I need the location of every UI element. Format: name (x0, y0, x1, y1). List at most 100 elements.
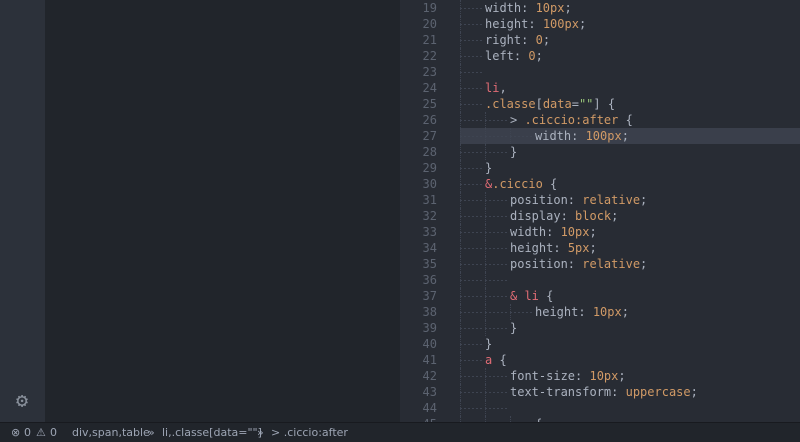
code-line[interactable]: 21 right: 0; (400, 32, 800, 48)
line-number: 30 (422, 177, 437, 191)
indent-guide (460, 400, 483, 416)
line-number: 27 (422, 129, 437, 143)
indent-guide (460, 352, 483, 368)
code-line[interactable]: 30 &.ciccio { (400, 176, 800, 192)
code-text: left: 0; (485, 49, 543, 63)
code-line[interactable]: 22 left: 0; (400, 48, 800, 64)
indent-guide (460, 16, 483, 32)
indent-guide (460, 208, 483, 224)
indent-guide (460, 96, 483, 112)
indent-guide (460, 384, 483, 400)
code-line[interactable]: 29} (400, 160, 800, 176)
code-line[interactable]: 33 width: 10px; (400, 224, 800, 240)
indent-guide (460, 256, 483, 272)
code-line[interactable]: 31 position: relative; (400, 192, 800, 208)
line-number: 44 (422, 401, 437, 415)
line-number: 36 (422, 273, 437, 287)
indent-guide (485, 208, 508, 224)
breadcrumb-separator: » (257, 426, 264, 439)
indent-guide (485, 320, 508, 336)
code-text: font-size: 10px; (510, 369, 626, 383)
breadcrumb-1[interactable]: div,span,table (72, 423, 150, 442)
error-icon[interactable]: ⊗ (11, 423, 20, 442)
indent-guide (460, 288, 483, 304)
indent-guide (460, 160, 483, 176)
code-editor[interactable]: 19 width: 10px; 20 height: 100px; 21 right: 0… (400, 0, 800, 422)
code-line[interactable]: 32 display: block; (400, 208, 800, 224)
indent-guide (460, 48, 483, 64)
line-number: 26 (422, 113, 437, 127)
code-line[interactable]: 26 > .ciccio:after { (400, 112, 800, 128)
line-number: 37 (422, 289, 437, 303)
warning-count[interactable]: 0 (50, 423, 57, 442)
indent-guide (460, 32, 483, 48)
code-text: a { (485, 353, 507, 367)
code-text: height: 100px; (485, 17, 587, 31)
code-text: position: relative; (510, 193, 648, 207)
code-line[interactable]: 27 width: 100px; (423, 128, 800, 144)
line-number: 39 (422, 321, 437, 335)
line-number: 31 (422, 193, 437, 207)
indent-guide (460, 304, 483, 320)
code-text: right: 0; (485, 33, 551, 47)
code-text: position: relative; (510, 257, 648, 271)
indent-guide (460, 128, 483, 144)
status-bar: ⊗ 0 ⚠ 0 div,span,table » li,.classe[data… (0, 422, 800, 442)
code-line[interactable]: 20 height: 100px; (400, 16, 800, 32)
code-line[interactable]: 28} (400, 144, 800, 160)
code-text: height: 5px; (510, 241, 597, 255)
tree-panel (45, 0, 400, 422)
indent-guide (485, 128, 508, 144)
indent-guide (460, 336, 483, 352)
code-line[interactable]: 39} (400, 320, 800, 336)
line-number: 25 (422, 97, 437, 111)
code-line[interactable]: 24 li, (400, 80, 800, 96)
code-text: > .ciccio:after { (510, 113, 633, 127)
indent-guide (485, 400, 508, 416)
breadcrumb-3[interactable]: > .ciccio:after (271, 423, 348, 442)
line-number: 40 (422, 337, 437, 351)
code-line[interactable]: 44 (400, 400, 800, 416)
breadcrumb-2[interactable]: li,.classe[data=""] (162, 423, 262, 442)
indent-guide (510, 304, 533, 320)
indent-guide (460, 112, 483, 128)
indent-guide (460, 80, 483, 96)
code-line[interactable]: 23 (400, 64, 800, 80)
line-number: 33 (422, 225, 437, 239)
line-number: 35 (422, 257, 437, 271)
code-line[interactable]: 19 width: 10px; (400, 0, 800, 16)
code-line[interactable]: 37 & li { (400, 288, 800, 304)
indent-guide (485, 272, 508, 288)
code-text: width: 10px; (485, 1, 572, 15)
line-number: 23 (422, 65, 437, 79)
indent-guide (485, 144, 508, 160)
line-number: 32 (422, 209, 437, 223)
code-text: li, (485, 81, 507, 95)
code-line[interactable]: 42 font-size: 10px; (400, 368, 800, 384)
line-number: 21 (422, 33, 437, 47)
code-text: width: 100px; (535, 129, 629, 143)
code-line[interactable]: 34 height: 5px; (400, 240, 800, 256)
line-number: 22 (422, 49, 437, 63)
code-text: } (485, 161, 493, 175)
warning-icon[interactable]: ⚠ (36, 423, 46, 442)
indent-guide (485, 224, 508, 240)
error-count[interactable]: 0 (24, 423, 31, 442)
code-line[interactable]: 35 position: relative; (400, 256, 800, 272)
indent-guide (510, 128, 533, 144)
line-number: 20 (422, 17, 437, 31)
line-number: 34 (422, 241, 437, 255)
breadcrumb-separator: » (148, 426, 155, 439)
indent-guide (460, 368, 483, 384)
code-line[interactable]: 38 height: 10px; (400, 304, 800, 320)
code-line[interactable]: 25 .classe[data=""] { (400, 96, 800, 112)
code-line[interactable]: 36 (400, 272, 800, 288)
line-number: 42 (422, 369, 437, 383)
gear-icon[interactable]: ⚙ (12, 390, 32, 410)
code-line[interactable]: 41 a { (400, 352, 800, 368)
code-line[interactable]: 43 text-transform: uppercase; (400, 384, 800, 400)
indent-guide (485, 288, 508, 304)
code-line[interactable]: 40} (400, 336, 800, 352)
code-text: &.ciccio { (485, 177, 558, 191)
indent-guide (460, 240, 483, 256)
